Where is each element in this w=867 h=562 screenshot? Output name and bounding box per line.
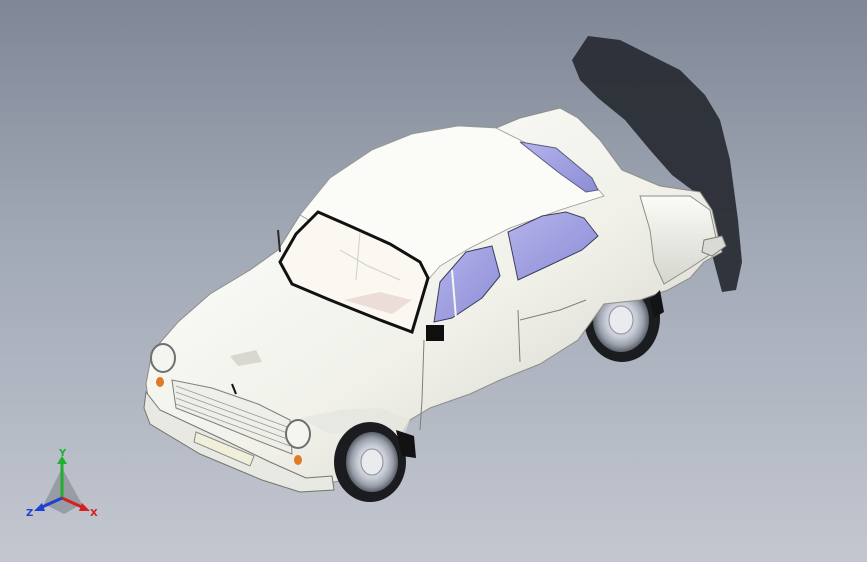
left-indicator [156,377,164,387]
side-mirror [426,325,444,341]
car-model[interactable] [0,0,867,562]
x-axis-label: X [90,508,98,519]
y-axis-label: Y [58,448,67,459]
z-axis-label: Z [26,508,33,519]
view-orientation-triad: Y X Z [26,448,98,519]
left-headlight [150,343,176,373]
graphics-viewport[interactable]: Y X Z [0,0,867,562]
right-headlight [285,419,311,449]
z-axis-arrow-icon [34,503,45,511]
right-indicator [294,455,302,465]
